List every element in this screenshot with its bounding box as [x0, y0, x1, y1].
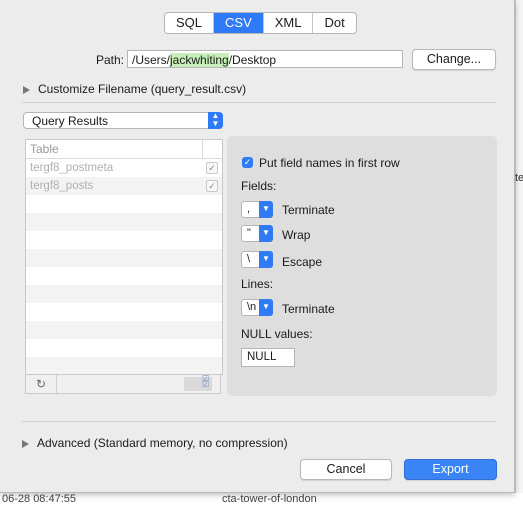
select-all-toggle-icon[interactable]: ☑ ☑: [202, 375, 210, 392]
format-segmented-control: SQL CSV XML Dot: [164, 12, 357, 34]
field-wrap-label: Wrap: [282, 228, 311, 242]
include-table-checkbox[interactable]: ✓: [206, 162, 218, 174]
fields-heading: Fields:: [241, 179, 277, 193]
include-table-checkbox[interactable]: ✓: [206, 180, 218, 192]
table-row-empty: [26, 339, 222, 357]
tab-dot[interactable]: Dot: [313, 13, 355, 33]
disclosure-triangle-icon: [23, 85, 30, 94]
null-values-field[interactable]: NULL: [241, 348, 295, 367]
footer-divider: [56, 375, 57, 393]
column-divider: [202, 140, 203, 158]
line-terminator-value: \n: [247, 301, 257, 313]
export-button[interactable]: Export: [404, 459, 497, 480]
tab-sql[interactable]: SQL: [165, 13, 215, 33]
table-row-name: tergf8_postmeta: [30, 162, 114, 174]
chevron-down-icon: ▼: [259, 299, 273, 316]
disclosure-triangle-icon: [22, 439, 29, 448]
table-row-empty: [26, 303, 222, 321]
field-escape-combo[interactable]: \ ▼: [241, 251, 273, 268]
divider: [22, 102, 496, 103]
path-username: jackwhiting: [170, 53, 229, 67]
source-popup[interactable]: Query Results ▲ ▼: [23, 112, 223, 129]
field-terminator-combo[interactable]: , ▼: [241, 201, 273, 218]
background-row: 06-28 08:47:55 cta-tower-of-london: [0, 493, 523, 505]
tab-xml[interactable]: XML: [264, 13, 314, 33]
export-sheet: SQL CSV XML Dot Path: /Users/jackwhiting…: [0, 0, 515, 493]
field-escape-label: Escape: [282, 255, 323, 269]
field-wrap-combo[interactable]: " ▼: [241, 225, 273, 242]
table-row[interactable]: tergf8_postmeta ✓: [26, 159, 222, 177]
lines-heading: Lines:: [241, 277, 274, 291]
table-row-empty: [26, 231, 222, 249]
table-row-empty: [26, 357, 222, 374]
background-timestamp: 06-28 08:47:55: [2, 493, 77, 505]
line-terminator-label: Terminate: [282, 302, 335, 316]
table-row-empty: [26, 267, 222, 285]
table-column-header: Table: [30, 142, 59, 156]
table-row-empty: [26, 321, 222, 339]
customize-filename-disclosure[interactable]: Customize Filename (query_result.csv): [23, 82, 246, 96]
table-row[interactable]: tergf8_posts ✓: [26, 177, 222, 195]
change-path-button[interactable]: Change...: [412, 49, 496, 70]
field-escape-value: \: [247, 253, 251, 265]
customize-filename-label: Customize Filename (query_result.csv): [38, 82, 247, 96]
source-popup-value: Query Results: [32, 114, 109, 128]
tables-list: Table tergf8_postmeta ✓ tergf8_posts ✓: [25, 139, 223, 375]
table-row-empty: [26, 249, 222, 267]
path-suffix: /Desktop: [228, 53, 277, 67]
chevron-down-icon: ▼: [259, 225, 273, 242]
field-names-checkbox[interactable]: ✓: [242, 157, 253, 168]
background-window-edge: [515, 0, 523, 505]
advanced-label: Advanced (Standard memory, no compressio…: [37, 436, 288, 450]
tab-csv[interactable]: CSV: [214, 13, 264, 33]
path-field[interactable]: /Users/jackwhiting/Desktop: [127, 50, 403, 68]
field-wrap-value: ": [247, 227, 251, 239]
table-footer-bar: ↻ ☑ ☑: [25, 374, 221, 394]
cancel-button[interactable]: Cancel: [300, 459, 392, 480]
chevron-down-icon: ▼: [259, 251, 273, 268]
popup-arrows-icon: ▲ ▼: [208, 112, 223, 129]
table-row-name: tergf8_posts: [30, 180, 94, 192]
line-terminator-combo[interactable]: \n ▼: [241, 299, 273, 316]
table-row-empty: [26, 195, 222, 213]
field-terminator-label: Terminate: [282, 203, 335, 217]
refresh-icon[interactable]: ↻: [36, 377, 46, 391]
field-terminator-value: ,: [247, 203, 251, 215]
table-header: Table: [26, 140, 222, 159]
table-row-empty: [26, 285, 222, 303]
chevron-down-icon: ▼: [259, 201, 273, 218]
path-prefix: /Users/: [132, 53, 171, 67]
path-label: Path:: [96, 53, 125, 67]
background-edge-text: te: [515, 172, 523, 184]
table-row-empty: [26, 213, 222, 231]
null-values-label: NULL values:: [241, 327, 313, 341]
field-names-label: Put field names in first row: [259, 156, 400, 170]
background-slug: cta-tower-of-london: [222, 493, 317, 505]
csv-options-panel: ✓ Put field names in first row Fields: ,…: [227, 136, 497, 396]
divider: [22, 421, 496, 422]
advanced-disclosure[interactable]: Advanced (Standard memory, no compressio…: [22, 436, 288, 450]
